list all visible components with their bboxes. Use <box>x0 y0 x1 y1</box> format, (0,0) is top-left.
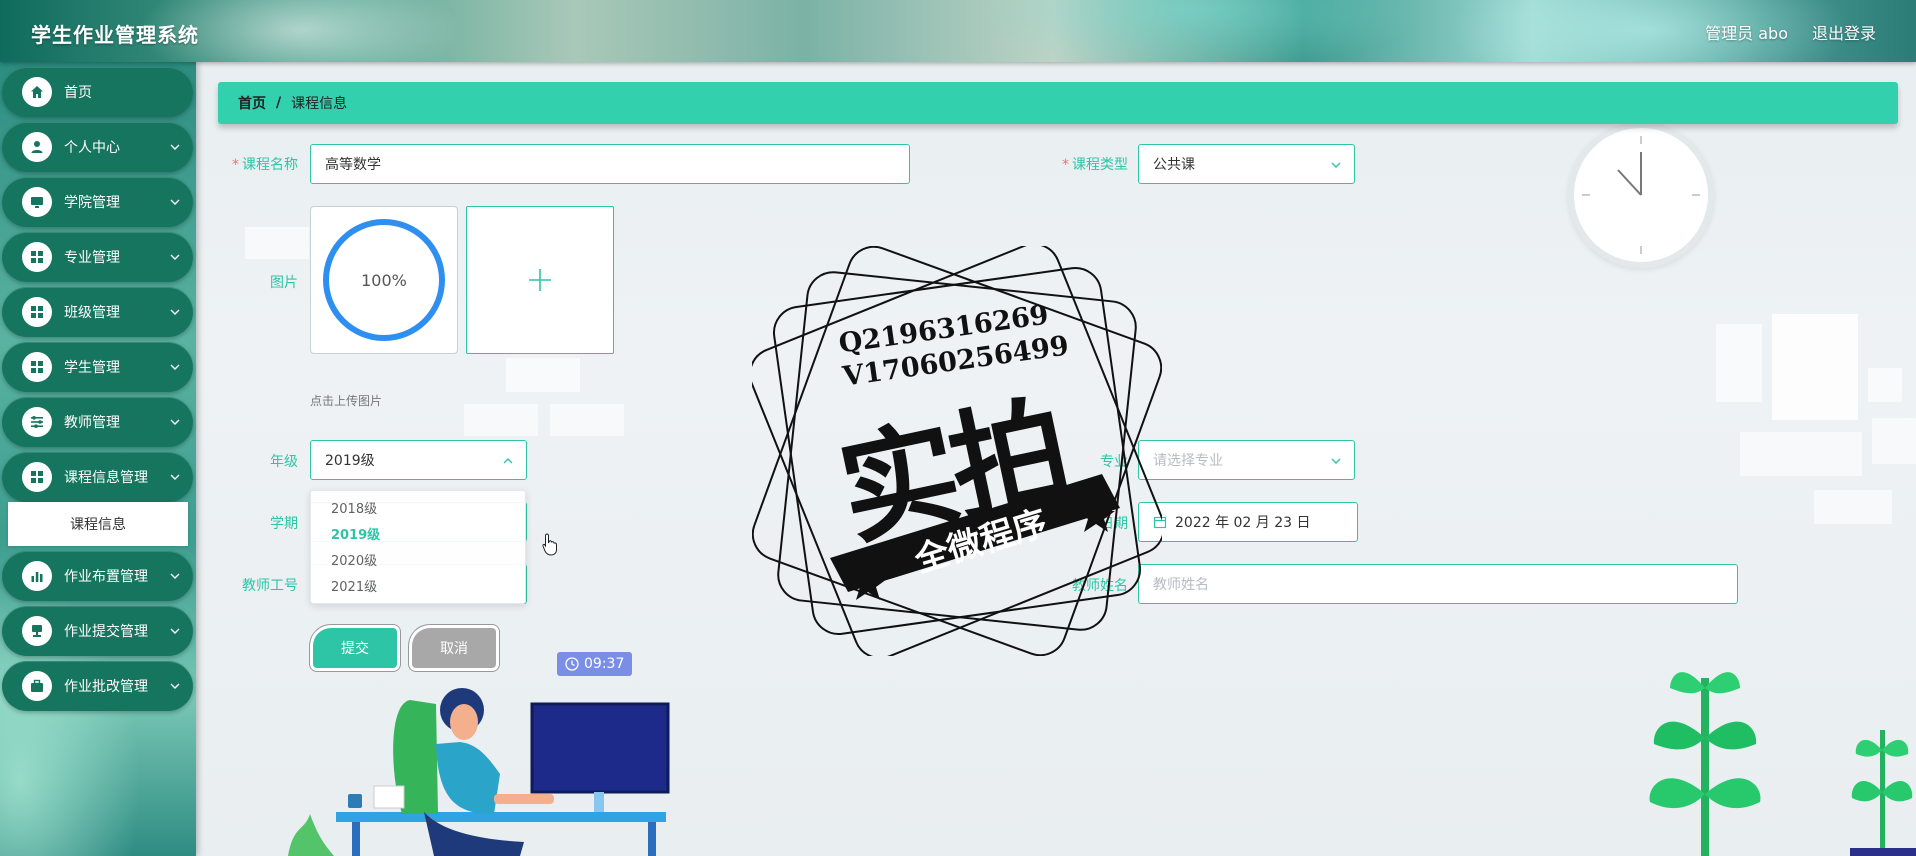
chevron-down-icon <box>170 628 180 634</box>
sidebar: 首页 个人中心 学院管理 专业管理 班级管理 学生管理 教师管理 课程信息管理 … <box>0 62 196 856</box>
sidebar-item-assignment-submit[interactable]: 作业提交管理 <box>2 606 193 656</box>
sidebar-item-class[interactable]: 班级管理 <box>2 287 193 337</box>
sidebar-item-teacher[interactable]: 教师管理 <box>2 397 193 447</box>
chevron-down-icon <box>170 683 180 689</box>
sidebar-item-student[interactable]: 学生管理 <box>2 342 193 392</box>
teacher-name-input[interactable]: 教师姓名 <box>1138 564 1738 604</box>
date-picker[interactable]: 2022 年 02 月 23 日 <box>1138 502 1358 542</box>
sidebar-item-label: 学院管理 <box>64 195 120 211</box>
semester-label: 学期 <box>270 516 298 532</box>
chevron-down-icon <box>170 144 180 150</box>
chevron-down-icon <box>170 199 180 205</box>
app-title: 学生作业管理系统 <box>31 23 199 47</box>
sliders-icon <box>22 407 52 437</box>
decorative-block <box>1872 418 1916 464</box>
upload-progress-text: 100% <box>361 270 407 290</box>
sidebar-item-label: 个人中心 <box>64 140 120 156</box>
grid-icon <box>22 352 52 382</box>
submit-button[interactable]: 提交 <box>313 628 397 668</box>
sidebar-item-assignment-grading[interactable]: 作业批改管理 <box>2 661 193 711</box>
chevron-down-icon <box>170 474 180 480</box>
decorative-block <box>1868 368 1902 402</box>
grade-dropdown: 2018级 2019级 2020级 2021级 <box>310 490 526 604</box>
course-type-select[interactable]: 公共课 <box>1138 144 1355 184</box>
course-name-input[interactable]: 高等数学 <box>310 144 910 184</box>
upload-hint: 点击上传图片 <box>310 394 383 408</box>
sidebar-item-assignment-publish[interactable]: 作业布置管理 <box>2 551 193 601</box>
upload-add-button[interactable] <box>466 206 614 354</box>
grade-label: 年级 <box>270 454 298 470</box>
chevron-down-icon <box>170 364 180 370</box>
person-at-desk-illustration <box>288 688 670 856</box>
course-name-label: * 课程名称 <box>232 157 298 173</box>
monitor-icon <box>22 187 52 217</box>
decorative-block <box>550 404 624 436</box>
plus-icon <box>529 269 551 291</box>
briefcase-icon <box>22 671 52 701</box>
chevron-up-icon <box>503 458 513 464</box>
sidebar-item-label: 作业批改管理 <box>64 679 148 695</box>
breadcrumb-current: 课程信息 <box>291 96 348 112</box>
chevron-down-icon <box>1331 162 1341 168</box>
plant-illustration <box>1850 730 1916 856</box>
required-mark: * <box>232 157 239 173</box>
top-header: 学生作业管理系统 管理员 abo 退出登录 <box>0 0 1916 62</box>
submenu-item-course-info[interactable]: 课程信息 <box>8 502 188 546</box>
grid-icon <box>22 297 52 327</box>
decorative-block <box>1814 490 1892 524</box>
logout-link[interactable]: 退出登录 <box>1812 20 1876 44</box>
image-label: 图片 <box>270 275 298 291</box>
watermark-stamp: Q2196316269 V17060256499 实拍 全微程序 <box>749 243 1165 659</box>
cancel-button[interactable]: 取消 <box>412 628 496 668</box>
sidebar-item-label: 课程信息管理 <box>64 470 148 486</box>
sidebar-item-course-info[interactable]: 课程信息管理 <box>2 452 193 502</box>
decorative-block <box>1772 314 1858 420</box>
sidebar-item-label: 首页 <box>64 85 92 101</box>
grid-icon <box>22 242 52 272</box>
plant-illustration <box>1649 672 1761 856</box>
dropdown-option[interactable]: 2020级 <box>311 549 525 575</box>
chevron-down-icon <box>1331 458 1341 464</box>
sidebar-item-label: 学生管理 <box>64 360 120 376</box>
home-icon <box>22 77 52 107</box>
decorative-block <box>1716 324 1762 402</box>
sidebar-item-college[interactable]: 学院管理 <box>2 177 193 227</box>
course-type-label: * 课程类型 <box>1062 157 1128 173</box>
breadcrumb-separator: / <box>276 95 282 111</box>
stamp-icon <box>22 616 52 646</box>
sidebar-item-label: 班级管理 <box>64 305 120 321</box>
teacher-id-label: 教师工号 <box>242 578 298 594</box>
grade-select[interactable]: 2019级 <box>310 440 527 480</box>
dropdown-option[interactable]: 2021级 <box>311 575 525 601</box>
decorative-block <box>1740 432 1862 476</box>
sidebar-item-label: 教师管理 <box>64 415 120 431</box>
dropdown-option-selected[interactable]: 2019级 <box>311 523 525 549</box>
sidebar-item-label: 作业提交管理 <box>64 624 148 640</box>
bar-chart-icon <box>22 561 52 591</box>
breadcrumb-home-link[interactable]: 首页 <box>238 93 266 113</box>
breadcrumb: 首页 / 课程信息 <box>218 82 1898 124</box>
grid-icon <box>22 462 52 492</box>
chevron-down-icon <box>170 254 180 260</box>
decorative-block <box>506 358 580 392</box>
decorative-block <box>464 404 538 436</box>
sidebar-item-label: 专业管理 <box>64 250 120 266</box>
user-label: 管理员 abo <box>1705 24 1788 43</box>
major-select[interactable]: 请选择专业 <box>1138 440 1355 480</box>
sidebar-item-personal-center[interactable]: 个人中心 <box>2 122 193 172</box>
wall-clock-decoration <box>1568 122 1714 268</box>
person-icon <box>22 132 52 162</box>
chevron-down-icon <box>170 309 180 315</box>
dropdown-option[interactable]: 2018级 <box>311 497 525 523</box>
chevron-down-icon <box>170 573 180 579</box>
sidebar-item-major[interactable]: 专业管理 <box>2 232 193 282</box>
sidebar-item-home[interactable]: 首页 <box>2 67 193 117</box>
uploaded-image-thumbnail: 100% <box>310 206 458 354</box>
hand-cursor-icon <box>542 533 557 556</box>
header-user-area: 管理员 abo 退出登录 <box>1705 20 1876 44</box>
sidebar-item-label: 作业布置管理 <box>64 569 148 585</box>
decorative-block <box>245 227 309 259</box>
required-mark: * <box>1062 157 1069 173</box>
chevron-down-icon <box>170 419 180 425</box>
